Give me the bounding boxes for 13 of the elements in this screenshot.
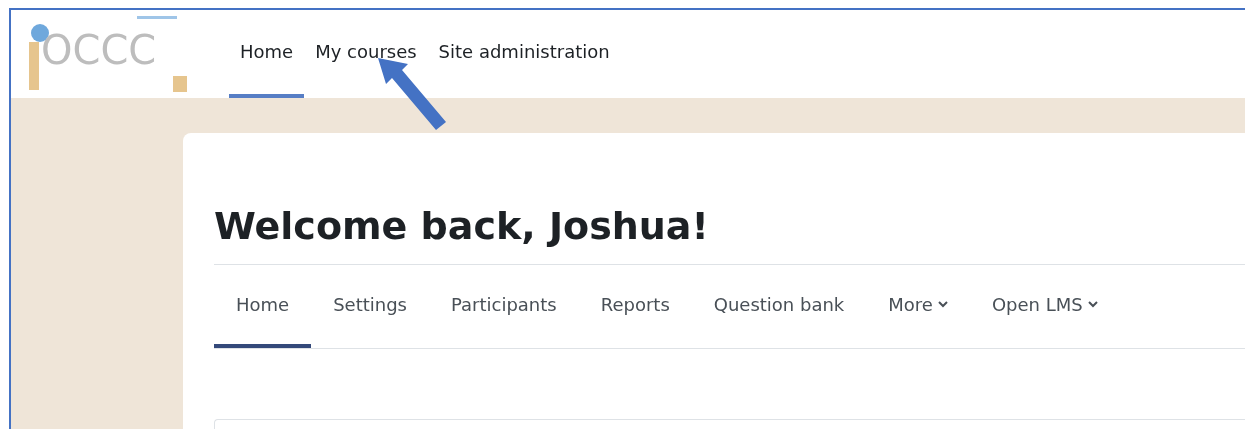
nav-tab[interactable]: My courses bbox=[304, 10, 428, 98]
nav-tab[interactable]: Settings bbox=[311, 265, 429, 348]
nav-tab[interactable]: Reports bbox=[578, 265, 692, 348]
nav-tab[interactable]: Home bbox=[214, 265, 312, 348]
nav-tab[interactable]: Participants bbox=[429, 265, 579, 348]
nav-tab[interactable]: Site administration bbox=[427, 10, 621, 98]
page-heading: Welcome back, Joshua! bbox=[214, 202, 710, 250]
nav-dropdown[interactable]: Open LMS bbox=[969, 265, 1120, 348]
nav-dropdown[interactable]: More bbox=[866, 265, 970, 348]
caret-icon bbox=[1087, 301, 1098, 308]
nav-tab[interactable]: Question bank bbox=[691, 265, 867, 348]
caret-icon bbox=[937, 301, 948, 308]
nav-tab[interactable]: Home bbox=[229, 10, 305, 98]
